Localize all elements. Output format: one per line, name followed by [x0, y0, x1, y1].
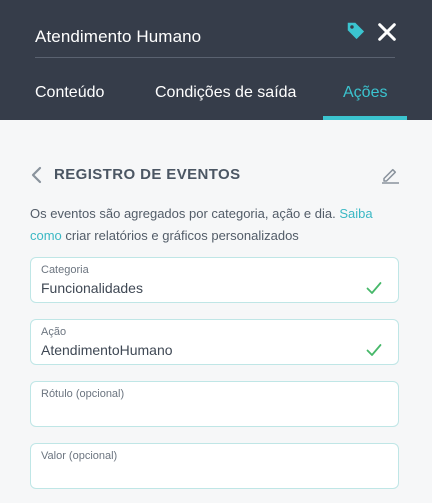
category-label: Categoria	[41, 264, 89, 276]
section-description: Os eventos são agregados por categoria, …	[30, 203, 402, 247]
description-text-end: criar relatórios e gráficos personalizad…	[61, 228, 299, 243]
node-title[interactable]: Atendimento Humano	[35, 27, 201, 47]
pencil-icon[interactable]	[380, 164, 400, 184]
chevron-left-icon[interactable]	[30, 166, 44, 184]
value-field[interactable]: Valor (opcional)	[30, 443, 399, 489]
title-row: Atendimento Humano	[35, 0, 398, 58]
label-field-label: Rótulo (opcional)	[41, 388, 125, 400]
value-field-label: Valor (opcional)	[41, 450, 118, 462]
tab-acoes[interactable]: Ações	[343, 84, 387, 102]
category-value[interactable]: Funcionalidades	[41, 280, 143, 296]
section-header: REGISTRO DE EVENTOS	[30, 164, 400, 186]
active-tab-indicator	[323, 116, 407, 120]
section-title: REGISTRO DE EVENTOS	[54, 166, 241, 183]
tag-icon[interactable]	[345, 20, 367, 42]
check-icon	[366, 282, 382, 294]
category-field[interactable]: Categoria Funcionalidades	[30, 257, 399, 303]
tab-conteudo[interactable]: Conteúdo	[35, 84, 104, 102]
label-field[interactable]: Rótulo (opcional)	[30, 381, 399, 427]
action-field[interactable]: Ação AtendimentoHumano	[30, 319, 399, 365]
close-icon[interactable]	[376, 21, 398, 43]
tab-condicoes-de-saida[interactable]: Condições de saída	[155, 84, 296, 102]
description-text: Os eventos são agregados por categoria, …	[30, 206, 340, 221]
header-bar: Atendimento Humano Conteúdo Condições de…	[0, 0, 432, 120]
check-icon	[366, 344, 382, 356]
action-value[interactable]: AtendimentoHumano	[41, 342, 173, 358]
action-label: Ação	[41, 326, 67, 338]
